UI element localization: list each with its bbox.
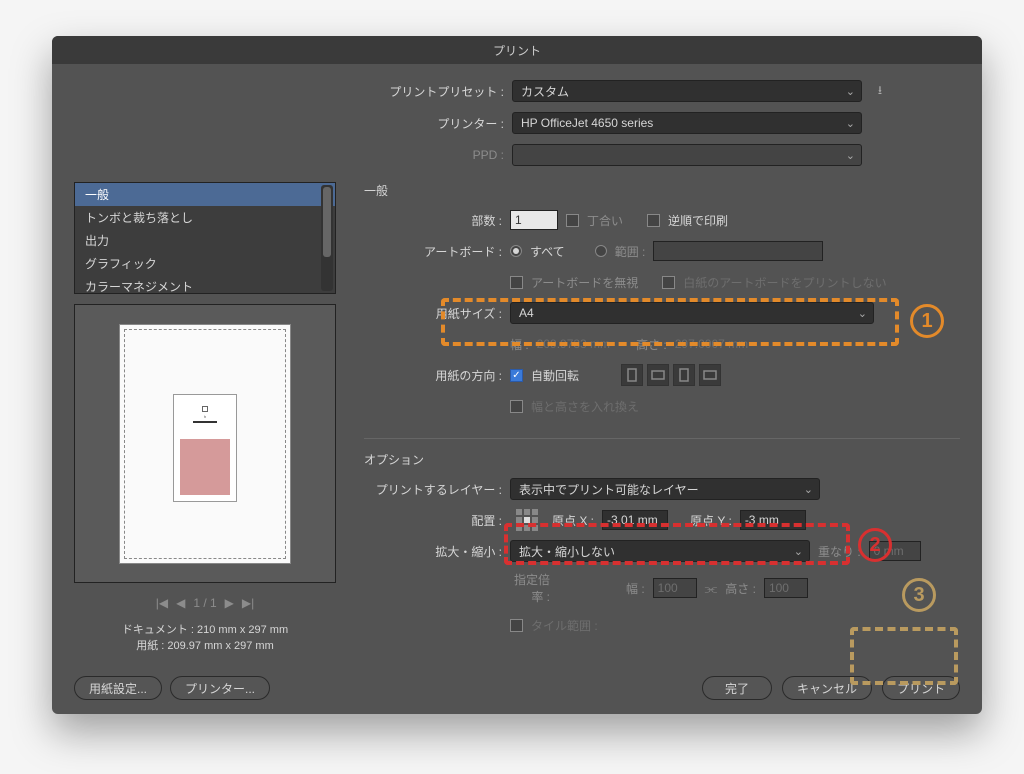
pager-position: 1 / 1 — [193, 596, 216, 610]
overlap-label: 重なり : — [818, 543, 861, 560]
chevron-down-icon: ⌄ — [804, 483, 813, 496]
category-item-general[interactable]: 一般 — [75, 183, 335, 206]
height-value: 297.0007 mm — [675, 337, 748, 351]
ignore-artboard-label: アートボードを無視 — [531, 274, 638, 291]
preview-pager: |◀ ◀ 1 / 1 ▶ ▶| — [74, 593, 336, 613]
document-size: ドキュメント : 210 mm x 297 mm — [74, 623, 336, 638]
orientation-label: 用紙の方向 : — [364, 367, 502, 384]
width-label: 幅 : — [510, 336, 529, 353]
layers-value: 表示中でプリント可能なレイヤー — [519, 481, 699, 498]
scale-label: 拡大・縮小 : — [364, 543, 502, 560]
pager-first-icon[interactable]: |◀ — [156, 596, 168, 610]
artboard-label: アートボード : — [364, 243, 502, 260]
overlap-input — [869, 541, 921, 561]
skip-blank-checkbox — [662, 276, 675, 289]
titlebar: プリント — [52, 36, 982, 64]
tile-checkbox — [510, 619, 523, 632]
artboard-all-label: すべて — [530, 243, 565, 260]
print-dialog: プリント プリントプリセット : カスタム ⌄ ⭳ プリンター : HP Offi… — [52, 36, 982, 714]
range-input — [653, 241, 823, 261]
layers-select[interactable]: 表示中でプリント可能なレイヤー ⌄ — [510, 478, 820, 500]
pager-next-icon[interactable]: ▶ — [225, 596, 234, 610]
auto-rotate-checkbox[interactable]: ✓ — [510, 369, 523, 382]
printer-label: プリンター : — [74, 115, 504, 132]
link-icon: ⫘ — [705, 580, 718, 597]
origin-x-label: 原点 X : — [552, 512, 594, 529]
general-heading: 一般 — [364, 182, 960, 199]
orientation-landscape-right-icon — [699, 364, 721, 386]
preview-artwork: h — [173, 394, 237, 502]
print-preview: h — [74, 304, 336, 583]
paper-size-label: 用紙サイズ : — [364, 305, 502, 322]
category-item-graphics[interactable]: グラフィック — [75, 252, 335, 275]
copies-input[interactable] — [510, 210, 558, 230]
category-list[interactable]: 一般 トンボと裁ち落とし 出力 グラフィック カラーマネジメント — [74, 182, 336, 294]
chevron-down-icon: ⌄ — [846, 85, 855, 98]
reverse-label: 逆順で印刷 — [668, 212, 728, 229]
options-heading: オプション — [364, 451, 960, 468]
chevron-down-icon: ⌄ — [858, 307, 867, 320]
orientation-portrait-up-icon — [621, 364, 643, 386]
scrollbar-thumb[interactable] — [323, 187, 331, 257]
artboard-range-label: 範囲 : — [615, 243, 646, 260]
height-label: 高さ : — [636, 336, 667, 353]
placement-label: 配置 : — [364, 512, 502, 529]
collate-checkbox — [566, 214, 579, 227]
swap-wh-label: 幅と高さを入れ換え — [531, 398, 639, 415]
category-scrollbar[interactable] — [321, 185, 333, 291]
placement-anchor-icon[interactable] — [516, 509, 538, 531]
preset-value: カスタム — [521, 83, 569, 100]
cancel-button[interactable]: キャンセル — [782, 676, 872, 700]
print-button[interactable]: プリント — [882, 676, 960, 700]
preview-page: h — [120, 325, 290, 563]
done-button[interactable]: 完了 — [702, 676, 772, 700]
scale-value: 拡大・縮小しない — [519, 543, 615, 560]
ppd-label: PPD : — [74, 148, 504, 162]
pager-last-icon[interactable]: ▶| — [242, 596, 254, 610]
auto-rotate-label: 自動回転 — [531, 367, 579, 384]
paper-size-select[interactable]: A4 ⌄ — [510, 302, 874, 324]
orientation-portrait-down-icon — [673, 364, 695, 386]
ppd-select: ⌄ — [512, 144, 862, 166]
ignore-artboard-checkbox[interactable] — [510, 276, 523, 289]
tile-label: タイル範囲 : — [531, 617, 598, 634]
dialog-title: プリント — [493, 42, 541, 59]
printer-select[interactable]: HP OfficeJet 4650 series ⌄ — [512, 112, 862, 134]
ratio-w-label: 幅 : — [626, 580, 645, 597]
layers-label: プリントするレイヤー : — [364, 481, 502, 498]
category-item-output[interactable]: 出力 — [75, 229, 335, 252]
reverse-checkbox[interactable] — [647, 214, 660, 227]
ratio-h-input — [764, 578, 808, 598]
category-item-color[interactable]: カラーマネジメント — [75, 275, 335, 294]
category-item-marks[interactable]: トンボと裁ち落とし — [75, 206, 335, 229]
chevron-down-icon: ⌄ — [846, 117, 855, 130]
printer-settings-button[interactable]: プリンター... — [170, 676, 270, 700]
save-preset-icon[interactable]: ⭳ — [870, 81, 890, 101]
chevron-down-icon: ⌄ — [794, 545, 803, 558]
preset-label: プリントプリセット : — [74, 83, 504, 100]
printer-value: HP OfficeJet 4650 series — [521, 116, 653, 130]
origin-x-input[interactable] — [602, 510, 668, 530]
chevron-down-icon: ⌄ — [846, 149, 855, 162]
artboard-range-radio[interactable] — [595, 245, 607, 257]
orientation-landscape-left-icon — [647, 364, 669, 386]
ratio-h-label: 高さ : — [725, 580, 756, 597]
origin-y-label: 原点 Y : — [690, 512, 732, 529]
collate-label: 丁合い — [587, 212, 623, 229]
paper-size-info: 用紙 : 209.97 mm x 297 mm — [74, 639, 336, 654]
artboard-all-radio[interactable] — [510, 245, 522, 257]
pager-prev-icon[interactable]: ◀ — [176, 596, 185, 610]
width-value: 209.9733 mm — [537, 337, 610, 351]
scale-select[interactable]: 拡大・縮小しない ⌄ — [510, 540, 810, 562]
ratio-label: 指定倍率 : — [510, 571, 550, 605]
preset-select[interactable]: カスタム ⌄ — [512, 80, 862, 102]
origin-y-input[interactable] — [740, 510, 806, 530]
paper-size-value: A4 — [519, 306, 534, 320]
swap-wh-checkbox — [510, 400, 523, 413]
ratio-w-input — [653, 578, 697, 598]
page-setup-button[interactable]: 用紙設定... — [74, 676, 162, 700]
copies-label: 部数 : — [364, 212, 502, 229]
skip-blank-label: 白紙のアートボードをプリントしない — [683, 274, 886, 291]
